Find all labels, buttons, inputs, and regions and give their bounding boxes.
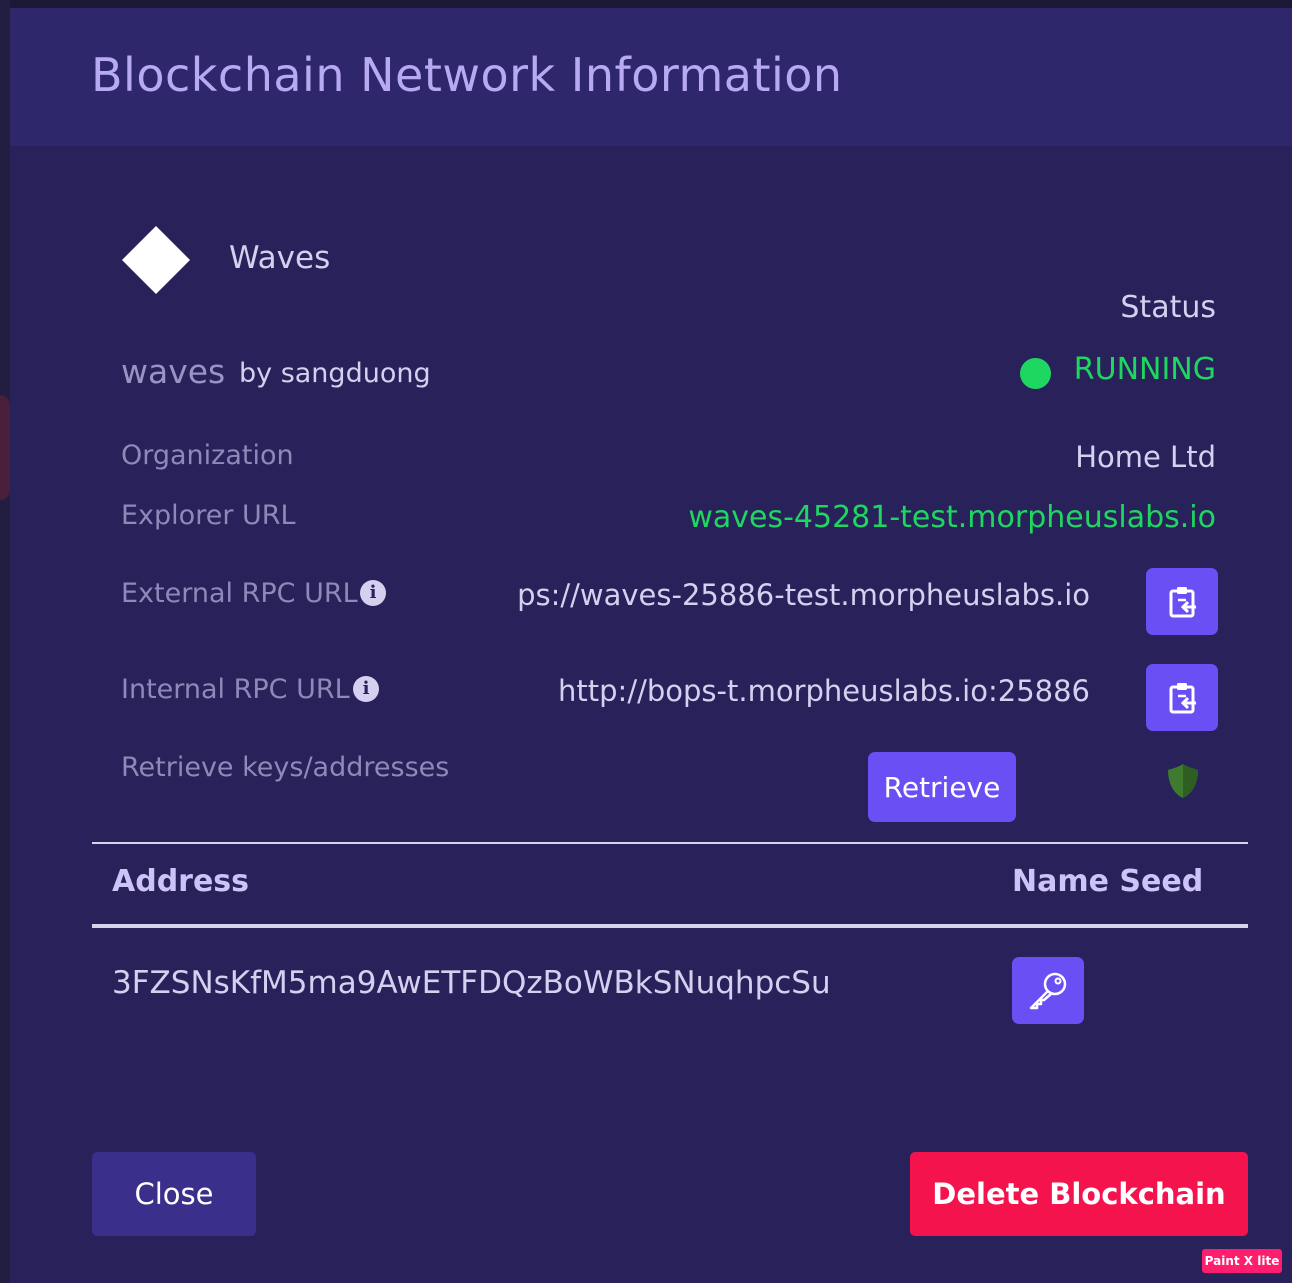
chain-id: waves [121, 352, 226, 391]
shield-icon [1168, 764, 1198, 798]
platform-name: Waves [229, 240, 331, 276]
status-value: RUNNING [1073, 352, 1216, 387]
key-icon [1029, 972, 1067, 1010]
copy-internal-rpc-button[interactable] [1146, 664, 1218, 731]
copy-external-rpc-button[interactable] [1146, 568, 1218, 635]
chain-owner: by sangduong [239, 358, 431, 389]
paint-x-lite-watermark: Paint X lite [1202, 1249, 1282, 1273]
address-column-header: Address [112, 864, 250, 899]
external-rpc-text: ps://waves-25886-test.morpheuslabs.io [517, 578, 1090, 612]
background-decoration [0, 395, 10, 500]
status-label: Status [1120, 290, 1216, 325]
clipboard-copy-icon [1169, 683, 1196, 714]
close-button[interactable]: Close [92, 1152, 256, 1236]
explorer-url-link[interactable]: waves-45281-test.morpheuslabs.io [688, 500, 1216, 535]
retrieve-button[interactable]: Retrieve [868, 752, 1016, 822]
internal-rpc-label: Internal RPC URL [121, 674, 350, 705]
organization-label: Organization [121, 440, 294, 471]
external-rpc-label: External RPC URL [121, 578, 358, 609]
table-top-divider [92, 842, 1248, 844]
table-header-divider [92, 924, 1248, 928]
modal-header: Blockchain Network Information [10, 8, 1292, 146]
info-icon[interactable]: i [360, 580, 386, 606]
info-icon[interactable]: i [353, 676, 379, 702]
modal-title: Blockchain Network Information [91, 48, 843, 102]
status-indicator-icon [1020, 358, 1051, 389]
external-rpc-value: ps://waves-25886-test.morpheuslabs.io [506, 578, 1090, 622]
view-seed-button[interactable] [1012, 957, 1084, 1024]
organization-value: Home Ltd [1075, 440, 1216, 474]
key-management-logo [1144, 762, 1222, 818]
blockchain-info-modal: Blockchain Network Information [10, 8, 1292, 1283]
internal-rpc-value: http://bops-t.morpheuslabs.io:25886 [506, 674, 1090, 718]
name-seed-column-header: Name Seed [1012, 864, 1204, 899]
explorer-url-label: Explorer URL [121, 500, 296, 531]
retrieve-keys-label: Retrieve keys/addresses [121, 752, 450, 783]
internal-rpc-text: http://bops-t.morpheuslabs.io:25886 [558, 674, 1090, 708]
diamond-icon [122, 226, 190, 294]
clipboard-copy-icon [1169, 587, 1196, 618]
background-sidebar [0, 0, 10, 1283]
table-row-address: 3FZSNsKfM5ma9AwETFDQzBoWBkSNuqhpcSu [112, 965, 831, 1001]
delete-blockchain-button[interactable]: Delete Blockchain [910, 1152, 1248, 1236]
